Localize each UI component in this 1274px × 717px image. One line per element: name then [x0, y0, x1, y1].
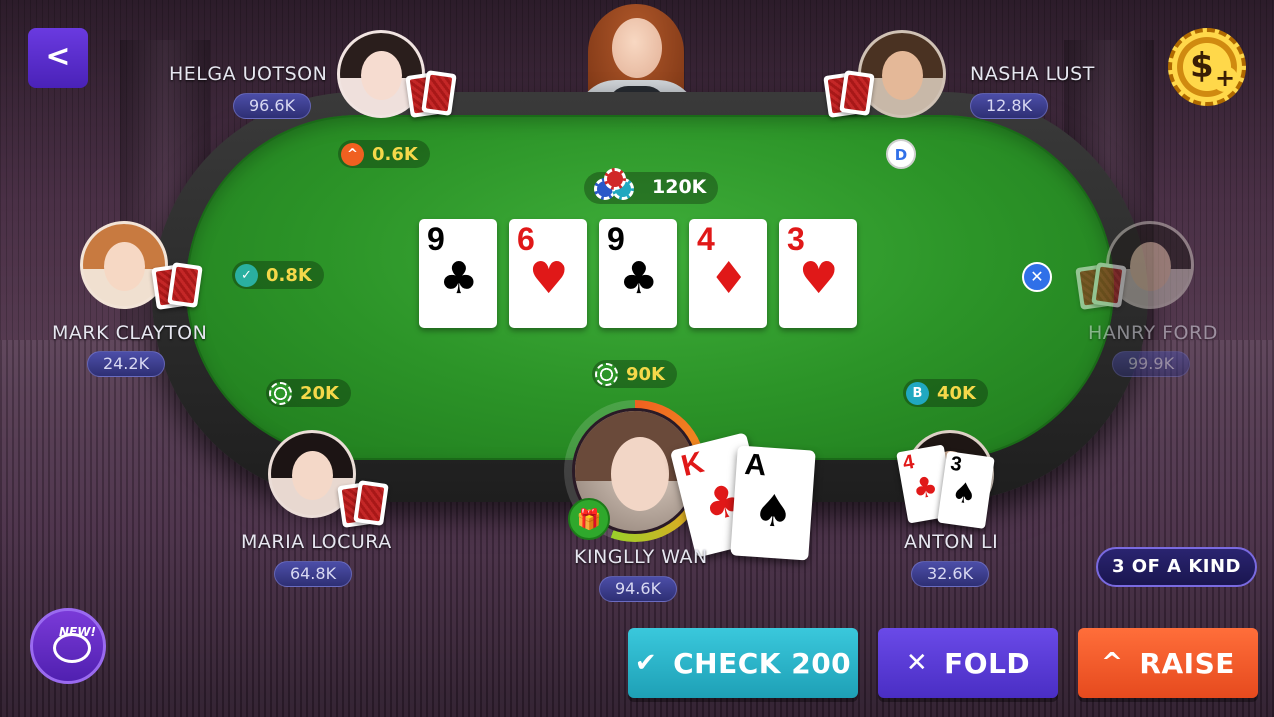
revealed-card: 3 ♠ [937, 451, 995, 529]
player-name: NASHA LUST [970, 63, 1095, 85]
check-button-label: CHECK 200 [673, 646, 852, 680]
back-arrow-icon: < [45, 39, 71, 74]
player-name: MARK CLAYTON [52, 322, 208, 344]
chip-icon [595, 362, 618, 386]
community-card: 9 ♣ [419, 219, 497, 328]
player-bet-maria: 20K [266, 379, 351, 407]
buy-chips-button[interactable]: $ + [1168, 28, 1246, 106]
new-badge: NEW! [59, 625, 96, 639]
card-suit: ♣ [619, 253, 659, 304]
player-bet-hero: 90K [592, 360, 677, 388]
card-rank: A [743, 447, 768, 483]
dollar-coin-icon: $ [1190, 46, 1214, 86]
bet-amount: 90K [626, 363, 665, 385]
community-card: 6 ♥ [509, 219, 587, 328]
player-name: MARIA LOCURA [241, 531, 392, 553]
check-icon: ✓ [235, 263, 258, 287]
player-chip-count: 99.9K [1112, 351, 1190, 377]
fold-button-label: FOLD [944, 646, 1031, 680]
raise-button[interactable]: ^ RAISE [1078, 628, 1258, 698]
face-down-cards [337, 480, 394, 528]
player-chip-count: 24.2K [87, 351, 165, 377]
player-name: HANRY FORD [1088, 322, 1218, 344]
card-rank: 3 [948, 452, 964, 477]
player-chip-count: 12.8K [970, 93, 1048, 119]
player-bet-anton: B 40K [903, 379, 988, 407]
community-card: 4 ♦ [689, 219, 767, 328]
community-card: 9 ♣ [599, 219, 677, 328]
chat-button[interactable]: NEW! [30, 608, 106, 684]
player-chip-count: 96.6K [233, 93, 311, 119]
hero-name: KINGLLY WAN [574, 546, 708, 568]
plus-icon: + [1212, 66, 1238, 92]
chip-stack-icon [592, 168, 644, 204]
hand-rank-badge: 3 OF A KIND [1096, 547, 1257, 587]
card-suit: ♦ [709, 253, 749, 304]
card-suit: ♣ [909, 469, 941, 507]
player-bet-mark: ✓ 0.8K [232, 261, 324, 289]
card-suit: ♠ [751, 484, 795, 539]
face-down-cards [151, 262, 208, 310]
player-chip-count: 32.6K [911, 561, 989, 587]
checkmark-icon: ✔ [634, 648, 658, 678]
card-suit: ♥ [799, 253, 839, 304]
card-rank: K [678, 445, 708, 484]
player-name: ANTON LI [904, 531, 999, 553]
bet-amount: 0.6K [372, 143, 418, 165]
dealer-button-badge: D [886, 139, 916, 169]
card-suit: ♠ [949, 475, 979, 512]
hero-hole-card: A ♠ [730, 445, 816, 561]
player-name: HELGA UOTSON [169, 63, 328, 85]
chevron-up-icon: ^ [1101, 648, 1124, 678]
player-chip-count: 64.8K [274, 561, 352, 587]
face-down-cards [1075, 262, 1132, 310]
bet-amount: 40K [937, 382, 976, 404]
back-button[interactable]: < [28, 28, 88, 88]
bet-amount: 20K [300, 382, 339, 404]
raise-icon: ^ [341, 142, 364, 166]
check-button[interactable]: ✔ CHECK 200 [628, 628, 858, 698]
face-down-cards [823, 70, 880, 118]
chip-icon [269, 381, 292, 405]
card-suit: ♣ [439, 253, 479, 304]
pot-amount: 120K [652, 176, 707, 198]
bet-amount: 0.8K [266, 264, 312, 286]
hero-chip-count: 94.6K [599, 576, 677, 602]
gift-button[interactable]: 🎁 [568, 498, 610, 540]
close-icon: ✕ [905, 648, 929, 678]
community-card: 3 ♥ [779, 219, 857, 328]
raise-button-label: RAISE [1139, 646, 1235, 680]
card-suit: ♥ [529, 253, 569, 304]
big-blind-icon: B [906, 381, 929, 405]
face-down-cards [405, 70, 462, 118]
player-bet-helga: ^ 0.6K [338, 140, 430, 168]
pot-display: 120K [584, 168, 718, 204]
folded-status-icon: ✕ [1022, 262, 1052, 292]
fold-button[interactable]: ✕ FOLD [878, 628, 1058, 698]
